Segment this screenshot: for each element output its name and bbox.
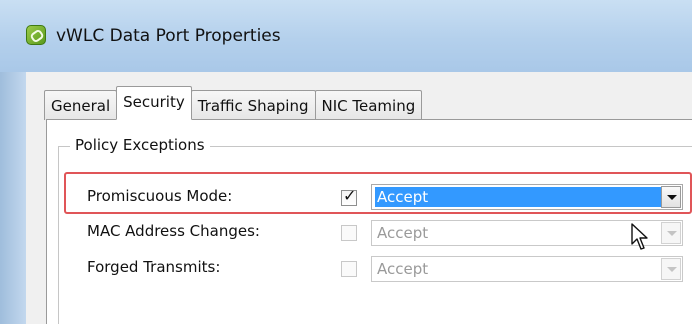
chevron-down-icon[interactable] [661, 222, 681, 244]
forged-transmits-value: Accept [377, 260, 429, 278]
title-bar[interactable]: vWLC Data Port Properties [0, 0, 692, 73]
mouse-cursor-icon [631, 223, 648, 250]
chevron-down-icon[interactable] [661, 258, 681, 280]
forged-transmits-label: Forged Transmits: [87, 258, 221, 276]
properties-dialog: vWLC Data Port Properties General Securi… [0, 0, 692, 324]
forged-transmits-select[interactable]: Accept [371, 256, 683, 282]
highlight-annotation [64, 172, 692, 214]
mac-address-changes-checkbox[interactable] [341, 225, 357, 241]
window-frame-edge [0, 72, 26, 324]
tab-strip: General Security Traffic Shaping NIC Tea… [44, 86, 423, 120]
group-legend: Policy Exceptions [70, 136, 210, 154]
tab-traffic-shaping[interactable]: Traffic Shaping [190, 90, 316, 120]
tab-nic-teaming[interactable]: NIC Teaming [314, 90, 423, 120]
tab-general[interactable]: General [44, 90, 118, 120]
tab-security[interactable]: Security [116, 86, 192, 120]
forged-transmits-checkbox[interactable] [341, 261, 357, 277]
mac-address-changes-label: MAC Address Changes: [87, 222, 260, 240]
window-title: vWLC Data Port Properties [56, 26, 281, 46]
vmware-port-icon [26, 25, 46, 45]
mac-address-changes-value: Accept [377, 224, 429, 242]
